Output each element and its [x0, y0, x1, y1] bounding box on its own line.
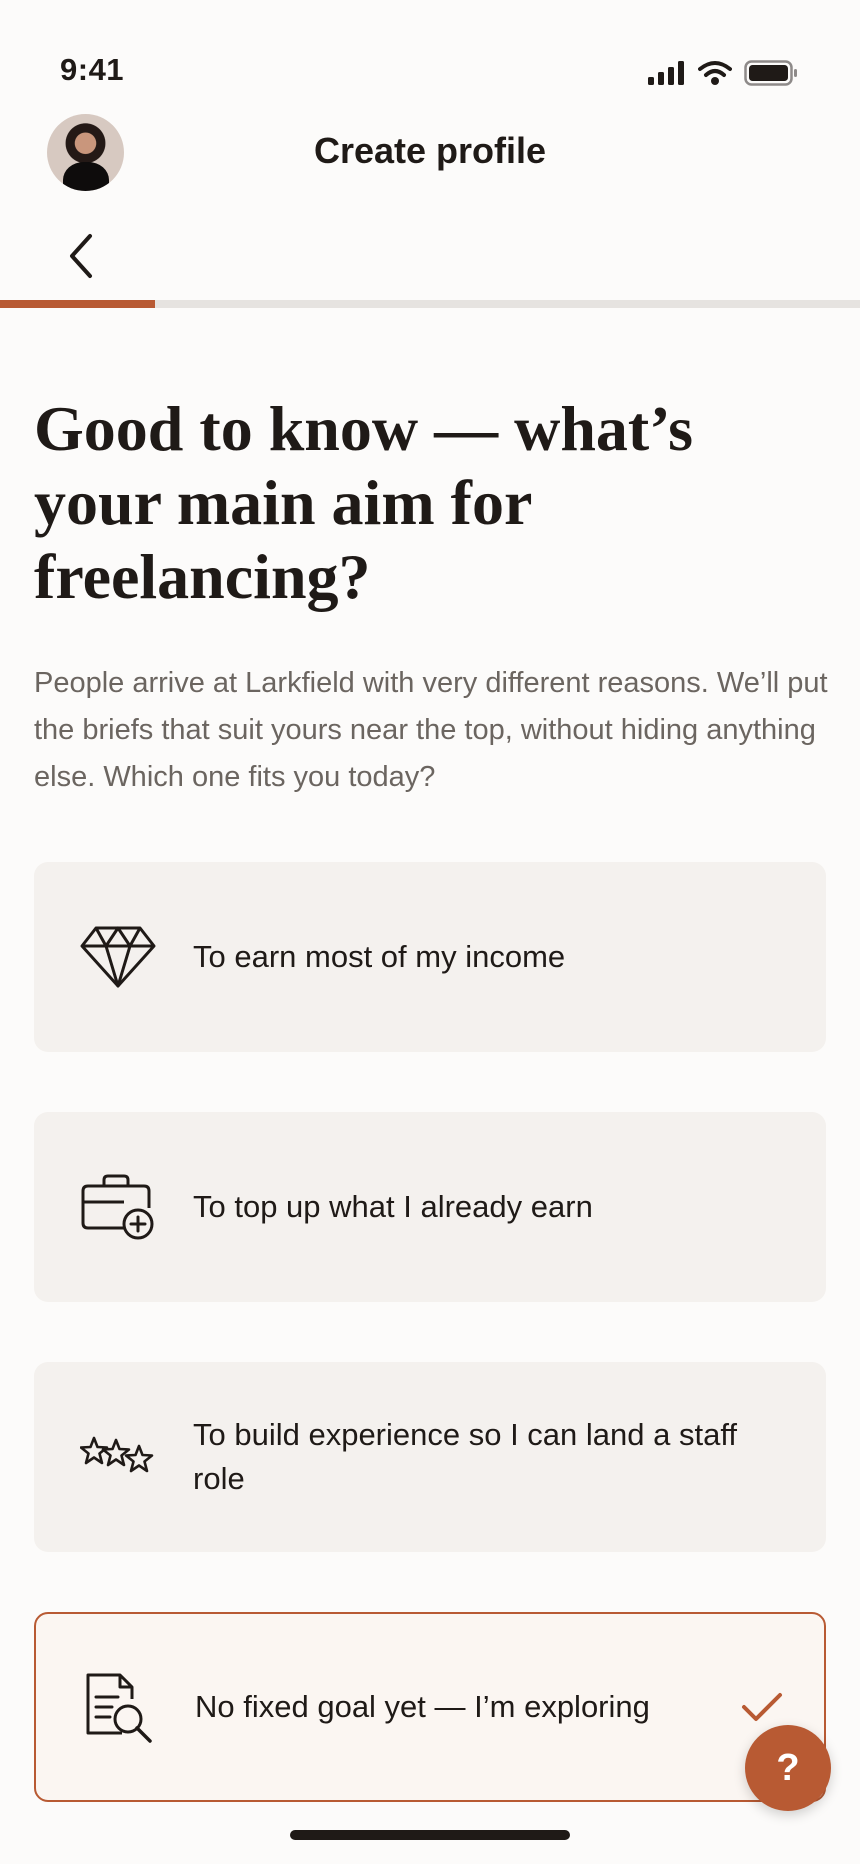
option-earn-most-income[interactable]: To earn most of my income: [34, 862, 826, 1052]
question-heading: Good to know — what’s your main aim for …: [34, 393, 694, 612]
progress-fill: [0, 300, 155, 308]
battery-icon: [744, 60, 797, 86]
check-icon: [742, 1693, 782, 1721]
option-build-experience[interactable]: To build experience so I can land a staf…: [34, 1362, 826, 1552]
status-bar: 9:41: [0, 0, 860, 110]
option-exploring-selected[interactable]: No fixed goal yet — I’m exploring: [34, 1612, 826, 1802]
wifi-icon: [698, 61, 732, 85]
document-search-icon: [82, 1669, 158, 1745]
status-time: 9:41: [60, 52, 125, 87]
back-button[interactable]: [56, 226, 106, 286]
diamond-icon: [80, 919, 156, 995]
question-subtitle: People arrive at Larkfield with very dif…: [34, 667, 828, 793]
signal-icon: [648, 61, 684, 85]
option-label: To top up what I already earn: [193, 1189, 593, 1224]
option-label: To earn most of my income: [193, 939, 566, 974]
option-label: No fixed goal yet — I’m exploring: [195, 1689, 650, 1724]
option-top-up-earnings[interactable]: To top up what I already earn: [34, 1112, 826, 1302]
option-label: To build experience so I can land a staf…: [193, 1417, 737, 1496]
header: Create profile: [0, 110, 860, 310]
chevron-left-icon: [70, 234, 92, 278]
home-indicator: [290, 1830, 570, 1840]
help-button[interactable]: ?: [745, 1725, 831, 1811]
stars-icon: [80, 1419, 156, 1495]
progress-bar: [0, 300, 860, 308]
briefcase-plus-icon: [80, 1169, 156, 1245]
status-icons: [648, 60, 798, 86]
page-title: Create profile: [313, 130, 547, 171]
